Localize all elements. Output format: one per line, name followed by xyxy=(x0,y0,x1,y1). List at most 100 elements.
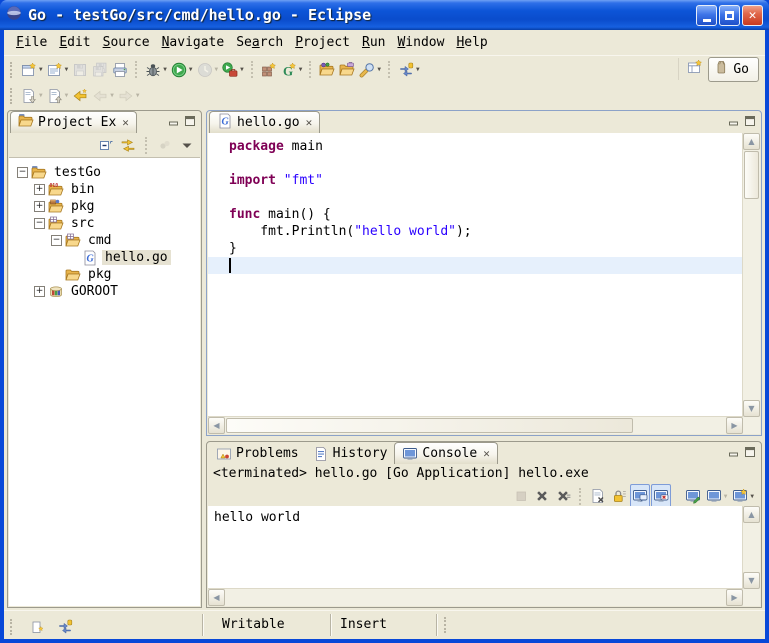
tree-expander[interactable]: + xyxy=(34,201,45,212)
close-tab-icon[interactable]: ✕ xyxy=(483,447,490,460)
perspective-go-button[interactable]: Go xyxy=(708,57,759,82)
menu-source[interactable]: Source xyxy=(97,33,156,52)
toolbar-grip[interactable] xyxy=(10,62,15,78)
dropdown-arrow-icon[interactable]: ▼ xyxy=(416,66,420,73)
collapse-all-button[interactable] xyxy=(96,133,116,157)
tree-item-goroot[interactable]: +GOROOT xyxy=(9,283,200,300)
dropdown-arrow-icon[interactable]: ▼ xyxy=(65,92,69,99)
console-output-area[interactable]: hello world ▲ ▼ ◀ ▶ xyxy=(208,506,760,606)
debug-button[interactable]: ▼ xyxy=(143,58,169,82)
maximize-view-button[interactable] xyxy=(183,114,197,132)
import-button[interactable] xyxy=(317,58,337,82)
tab-problems[interactable]: Problems xyxy=(209,443,306,464)
editor-horizontal-scrollbar[interactable]: ◀ ▶ xyxy=(208,416,743,434)
titlebar[interactable]: Go - testGo/src/cmd/hello.go - Eclipse ✕ xyxy=(0,0,769,30)
tree-item-src[interactable]: −src xyxy=(9,215,200,232)
open-perspective-button[interactable] xyxy=(687,59,703,79)
toolbar-grip[interactable] xyxy=(10,88,15,104)
dropdown-arrow-icon[interactable]: ▼ xyxy=(163,66,167,73)
editor-vertical-scrollbar[interactable]: ▲ ▼ xyxy=(742,133,760,417)
minimize-view-button[interactable] xyxy=(727,445,741,463)
scroll-left-icon[interactable]: ◀ xyxy=(208,589,225,606)
dropdown-arrow-icon[interactable]: ▼ xyxy=(136,92,140,99)
remove-all-launches-button[interactable] xyxy=(553,484,573,508)
prev-annotation-button[interactable]: ▼ xyxy=(45,84,71,108)
scroll-right-icon[interactable]: ▶ xyxy=(726,589,743,606)
tab-hello-go[interactable]: G hello.go ✕ xyxy=(209,111,320,133)
menu-run[interactable]: Run xyxy=(356,33,391,52)
back-button[interactable]: ▼ xyxy=(90,84,116,108)
link-editor-button[interactable] xyxy=(118,133,138,157)
minimize-view-button[interactable] xyxy=(727,114,741,132)
tree-item-pkg[interactable]: pkg xyxy=(9,266,200,283)
new-go-element-button[interactable]: G▼ xyxy=(279,58,305,82)
new-wizard-button[interactable]: ▼ xyxy=(19,58,45,82)
tree-item-cmd[interactable]: −cmd xyxy=(9,232,200,249)
menu-file[interactable]: File xyxy=(10,33,53,52)
dropdown-arrow-icon[interactable]: ▼ xyxy=(750,493,754,500)
dropdown-arrow-icon[interactable]: ▼ xyxy=(299,66,303,73)
close-tab-icon[interactable]: ✕ xyxy=(306,116,313,129)
last-edit-button[interactable] xyxy=(70,84,90,108)
forward-button[interactable]: ▼ xyxy=(116,84,142,108)
code-editor[interactable]: package mainimport "fmt"func main() { fm… xyxy=(208,133,760,434)
console-vertical-scrollbar[interactable]: ▲ ▼ xyxy=(742,506,760,589)
external-tools-button[interactable]: ▼ xyxy=(220,58,246,82)
scroll-left-icon[interactable]: ◀ xyxy=(208,417,225,434)
code-area[interactable]: package mainimport "fmt"func main() { fm… xyxy=(208,133,743,417)
scroll-down-icon[interactable]: ▼ xyxy=(743,400,760,417)
pin-console-button[interactable] xyxy=(683,484,703,508)
dropdown-arrow-icon[interactable]: ▼ xyxy=(724,493,728,500)
menu-project[interactable]: Project xyxy=(289,33,356,52)
next-annotation-button[interactable]: ▼ xyxy=(19,84,45,108)
dropdown-arrow-icon[interactable]: ▼ xyxy=(39,92,43,99)
scroll-up-icon[interactable]: ▲ xyxy=(743,506,760,523)
minimize-button[interactable] xyxy=(696,5,717,26)
terminate-button[interactable] xyxy=(511,484,531,508)
tree-expander[interactable]: − xyxy=(51,235,62,246)
print-button[interactable] xyxy=(110,58,130,82)
profile-button[interactable]: ▼ xyxy=(195,58,221,82)
trim-sync-button[interactable] xyxy=(55,615,75,639)
filters-button[interactable] xyxy=(155,133,175,157)
dropdown-arrow-icon[interactable]: ▼ xyxy=(189,66,193,73)
tree-item-pkg[interactable]: +pkg xyxy=(9,198,200,215)
clear-console-button[interactable] xyxy=(588,484,608,508)
remove-launch-button[interactable] xyxy=(532,484,552,508)
menu-edit[interactable]: Edit xyxy=(53,33,96,52)
maximize-view-button[interactable] xyxy=(743,445,757,463)
tree-expander[interactable]: − xyxy=(34,218,45,229)
save-all-button[interactable] xyxy=(90,58,110,82)
trim-new-button[interactable] xyxy=(27,615,47,639)
maximize-button[interactable] xyxy=(719,5,740,26)
dropdown-arrow-icon[interactable]: ▼ xyxy=(65,66,69,73)
menu-search[interactable]: Search xyxy=(230,33,289,52)
export-button[interactable] xyxy=(337,58,357,82)
new-element-button[interactable]: ▼ xyxy=(45,58,71,82)
new-go-project-button[interactable] xyxy=(259,58,279,82)
open-console-button[interactable]: ▼ xyxy=(730,484,756,508)
dropdown-arrow-icon[interactable]: ▼ xyxy=(377,66,381,73)
menu-help[interactable]: Help xyxy=(450,33,493,52)
tree-expander[interactable]: + xyxy=(34,286,45,297)
close-view-icon[interactable]: ✕ xyxy=(122,116,129,129)
tab-history[interactable]: History xyxy=(306,443,395,464)
save-button[interactable] xyxy=(70,58,90,82)
tree-item-testgo[interactable]: −testGo xyxy=(9,164,200,181)
menu-navigate[interactable]: Navigate xyxy=(156,33,231,52)
view-menu-button[interactable] xyxy=(177,133,197,157)
maximize-view-button[interactable] xyxy=(743,114,757,132)
display-console-button[interactable]: ▼ xyxy=(704,484,730,508)
show-stderr-button[interactable] xyxy=(651,484,671,508)
tab-console[interactable]: Console✕ xyxy=(394,442,497,464)
statusbar-grip[interactable] xyxy=(10,619,15,635)
tree-expander[interactable]: − xyxy=(17,167,28,178)
show-stdout-button[interactable] xyxy=(630,484,650,508)
search-button[interactable]: ▼ xyxy=(357,58,383,82)
minimize-view-button[interactable] xyxy=(167,114,181,132)
dropdown-arrow-icon[interactable]: ▼ xyxy=(215,66,219,73)
dropdown-arrow-icon[interactable]: ▼ xyxy=(240,66,244,73)
scroll-lock-button[interactable] xyxy=(609,484,629,508)
close-button[interactable]: ✕ xyxy=(742,5,763,26)
menu-window[interactable]: Window xyxy=(391,33,450,52)
